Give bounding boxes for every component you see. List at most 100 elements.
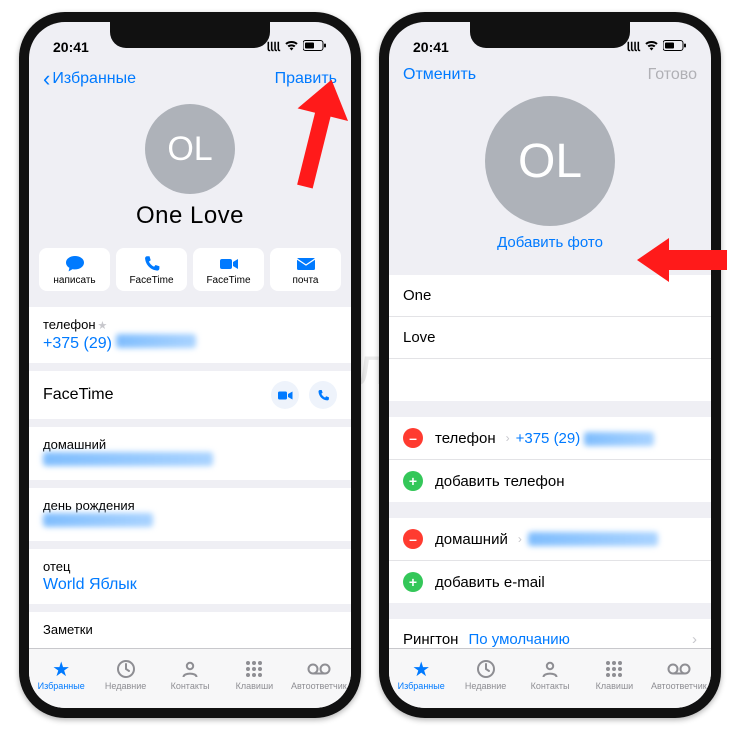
phone-edit-row[interactable]: – телефон › +375 (29)	[389, 417, 711, 460]
facetime-audio-button[interactable]: FaceTime	[116, 248, 187, 291]
tab-favorites[interactable]: ★ Избранные	[29, 649, 93, 700]
tab-voicemail[interactable]: Автоответчик	[647, 649, 711, 700]
signal-icon: 𝗅𝗅𝗅𝗅	[267, 40, 280, 54]
tab-keypad[interactable]: Клавиши	[222, 649, 286, 700]
keypad-icon	[604, 658, 624, 680]
add-phone-button[interactable]: +	[403, 471, 423, 491]
avatar[interactable]: OL	[145, 104, 235, 194]
father-label: отец	[43, 559, 337, 574]
ringtone-row[interactable]: Рингтон По умолчанию ›	[389, 619, 711, 648]
tab-voicemail-label: Автоответчик	[651, 681, 707, 691]
phone-field-value-visible: +375 (29)	[516, 430, 581, 447]
phone-field-value-hidden	[584, 432, 654, 446]
phone-label: телефон	[43, 317, 96, 332]
profile-header-edit: OL Добавить фото	[389, 92, 711, 259]
phone-frame-left: 20:41 𝗅𝗅𝗅𝗅 ‹ Избранные Править OL One	[19, 12, 361, 718]
tab-contacts-label: Контакты	[171, 681, 210, 691]
facetime-video-call-button[interactable]	[271, 381, 299, 409]
remove-phone-button[interactable]: –	[403, 428, 423, 448]
ringtone-value: По умолчанию	[468, 631, 692, 648]
home-email-value-hidden	[43, 452, 213, 466]
video-icon	[193, 255, 264, 273]
birthday-card[interactable]: день рождения	[29, 488, 351, 541]
tab-keypad[interactable]: Клавиши	[582, 649, 646, 700]
mail-button[interactable]: почта	[270, 248, 341, 291]
add-phone-label: добавить телефон	[435, 473, 565, 490]
phone-card[interactable]: телефон★ +375 (29)	[29, 307, 351, 363]
first-name-value: One	[403, 287, 431, 304]
keypad-icon	[244, 658, 264, 680]
facetime-audio-call-button[interactable]	[309, 381, 337, 409]
tab-bar: ★ Избранные Недавние Контакты Клавиши	[29, 648, 351, 708]
wifi-icon	[644, 40, 659, 54]
chevron-left-icon: ‹	[43, 66, 50, 92]
person-icon	[180, 658, 200, 680]
battery-icon	[663, 40, 687, 54]
home-email-card[interactable]: домашний	[29, 427, 351, 480]
remove-email-button[interactable]: –	[403, 529, 423, 549]
add-email-button[interactable]: +	[403, 572, 423, 592]
notch	[470, 22, 630, 48]
notes-label: Заметки	[43, 622, 337, 637]
contact-view: OL One Love написать FaceTime	[29, 100, 351, 648]
contact-edit-view: OL Добавить фото One Love – телефон ›	[389, 92, 711, 648]
phone-icon	[116, 255, 187, 273]
notes-card[interactable]: Заметки	[29, 612, 351, 648]
status-time: 20:41	[413, 39, 449, 55]
mail-label: почта	[270, 275, 341, 286]
back-button[interactable]: ‹ Избранные	[43, 66, 136, 92]
email-group: – домашний › + добавить e-mail	[389, 518, 711, 603]
ringtone-label: Рингтон	[403, 631, 458, 648]
company-field[interactable]	[389, 359, 711, 401]
avatar-edit[interactable]: OL	[485, 96, 615, 226]
add-phone-row[interactable]: + добавить телефон	[389, 460, 711, 502]
add-photo-button[interactable]: Добавить фото	[389, 234, 711, 251]
facetime-video-button[interactable]: FaceTime	[193, 248, 264, 291]
tab-keypad-label: Клавиши	[596, 681, 634, 691]
phone-field-label: телефон	[435, 430, 496, 447]
status-icons: 𝗅𝗅𝗅𝗅	[267, 40, 327, 54]
tab-contacts[interactable]: Контакты	[518, 649, 582, 700]
last-name-field[interactable]: Love	[389, 317, 711, 359]
person-icon	[540, 658, 560, 680]
message-button[interactable]: написать	[39, 248, 110, 291]
email-edit-row[interactable]: – домашний ›	[389, 518, 711, 561]
facetime-video-label: FaceTime	[193, 275, 264, 286]
cancel-button[interactable]: Отменить	[403, 66, 476, 84]
facetime-card: FaceTime	[29, 371, 351, 419]
add-email-row[interactable]: + добавить e-mail	[389, 561, 711, 603]
chevron-right-icon: ›	[692, 631, 697, 648]
edit-button[interactable]: Править	[275, 70, 337, 88]
message-label: написать	[39, 275, 110, 286]
voicemail-icon	[667, 658, 691, 680]
star-icon: ★	[412, 658, 430, 680]
father-value: World Яблык	[43, 576, 337, 594]
tab-contacts-label: Контакты	[531, 681, 570, 691]
tab-favorites[interactable]: ★ Избранные	[389, 649, 453, 700]
facetime-audio-label: FaceTime	[116, 275, 187, 286]
tab-voicemail[interactable]: Автоответчик	[287, 649, 351, 700]
action-row: написать FaceTime FaceTime	[29, 240, 351, 299]
first-name-field[interactable]: One	[389, 275, 711, 317]
tab-recents[interactable]: Недавние	[453, 649, 517, 700]
tab-favorites-label: Избранные	[398, 681, 445, 691]
contact-name: One Love	[29, 202, 351, 230]
tab-voicemail-label: Автоответчик	[291, 681, 347, 691]
tab-recents[interactable]: Недавние	[93, 649, 157, 700]
mail-icon	[270, 255, 341, 273]
name-group: One Love	[389, 275, 711, 401]
tab-keypad-label: Клавиши	[236, 681, 274, 691]
battery-icon	[303, 40, 327, 54]
done-button[interactable]: Готово	[648, 66, 697, 84]
tab-bar: ★ Избранные Недавние Контакты Клавиши	[389, 648, 711, 708]
chevron-right-icon: ›	[506, 431, 510, 445]
status-time: 20:41	[53, 39, 89, 55]
tab-contacts[interactable]: Контакты	[158, 649, 222, 700]
tab-recents-label: Недавние	[465, 681, 506, 691]
father-card[interactable]: отец World Яблык	[29, 549, 351, 604]
phone-value-visible: +375 (29)	[43, 335, 112, 352]
clock-icon	[476, 658, 496, 680]
phone-group: – телефон › +375 (29) + добавить телефон	[389, 417, 711, 502]
last-name-value: Love	[403, 329, 436, 346]
voicemail-icon	[307, 658, 331, 680]
